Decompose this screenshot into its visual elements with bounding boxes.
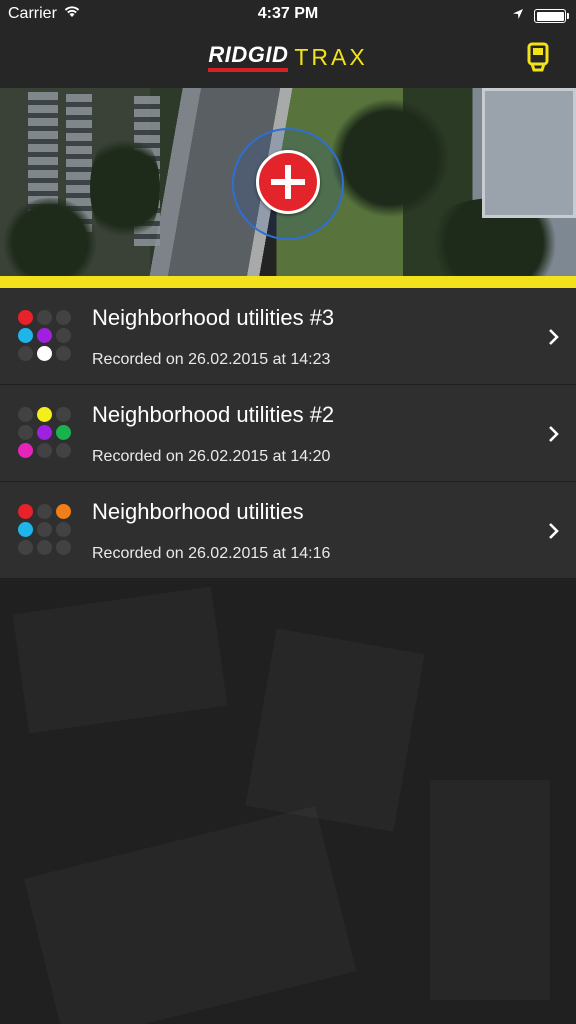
status-time: 4:37 PM [257, 5, 319, 22]
utility-dot [18, 346, 33, 361]
status-bar: Carrier 4:37 PM [0, 0, 576, 30]
utility-dot [37, 540, 52, 555]
utility-color-dots [18, 407, 76, 458]
utility-dot [37, 328, 52, 343]
locator-device-icon [526, 42, 550, 78]
utility-dot [37, 443, 52, 458]
utility-dot [37, 425, 52, 440]
tree-cluster [90, 128, 160, 248]
battery-icon [534, 9, 569, 23]
tree-cluster [330, 98, 450, 218]
utility-dot [18, 310, 33, 325]
utility-dot [56, 504, 71, 519]
recording-subtitle: Recorded on 26.02.2015 at 14:16 [92, 545, 331, 562]
utility-dot [56, 310, 71, 325]
utility-dot [37, 346, 52, 361]
utility-dot [18, 407, 33, 422]
background-map [0, 580, 576, 1024]
map-block [430, 780, 550, 1000]
utility-dot [37, 407, 52, 422]
utility-dot [18, 425, 33, 440]
recording-title: Neighborhood utilities #2 [92, 402, 335, 427]
utility-dot [18, 540, 33, 555]
map-header[interactable] [0, 88, 576, 276]
utility-dot [18, 443, 33, 458]
brand-logo: RIDGID TRAX [0, 42, 576, 72]
utility-dot [56, 328, 71, 343]
nav-bar: RIDGID TRAX [0, 30, 576, 88]
building-roof [482, 88, 576, 218]
recording-row[interactable]: Neighborhood utilities Recorded on 26.02… [0, 482, 576, 579]
recording-row[interactable]: Neighborhood utilities #3 Recorded on 26… [0, 288, 576, 385]
utility-dot [37, 504, 52, 519]
chevron-right-icon [546, 522, 562, 540]
add-recording-button[interactable] [256, 150, 320, 214]
status-right [512, 7, 569, 25]
chevron-right-icon [546, 425, 562, 443]
utility-dot [56, 407, 71, 422]
locator-device-button[interactable] [526, 42, 550, 74]
recording-list: Neighborhood utilities #3 Recorded on 26… [0, 288, 576, 579]
utility-dot [56, 540, 71, 555]
recording-subtitle: Recorded on 26.02.2015 at 14:20 [92, 448, 331, 465]
utility-dot [56, 346, 71, 361]
recording-title: Neighborhood utilities [92, 499, 304, 524]
utility-dot [56, 522, 71, 537]
utility-dot [56, 443, 71, 458]
recording-row[interactable]: Neighborhood utilities #2 Recorded on 26… [0, 385, 576, 482]
utility-color-dots [18, 504, 76, 555]
recording-subtitle: Recorded on 26.02.2015 at 14:23 [92, 351, 331, 368]
utility-dot [18, 504, 33, 519]
utility-dot [56, 425, 71, 440]
battery-fill [536, 11, 564, 21]
location-arrow-icon [512, 7, 524, 25]
recording-title: Neighborhood utilities #3 [92, 305, 335, 330]
map-block [24, 806, 356, 1024]
utility-dot [37, 522, 52, 537]
brand-secondary: TRAX [294, 43, 368, 70]
utility-dot [18, 522, 33, 537]
chevron-right-icon [546, 328, 562, 346]
map-block [13, 587, 228, 734]
map-block [246, 628, 425, 831]
header-divider [0, 276, 576, 288]
brand-primary: RIDGID [208, 42, 289, 72]
utility-color-dots [18, 310, 76, 361]
utility-dot [18, 328, 33, 343]
utility-dot [37, 310, 52, 325]
